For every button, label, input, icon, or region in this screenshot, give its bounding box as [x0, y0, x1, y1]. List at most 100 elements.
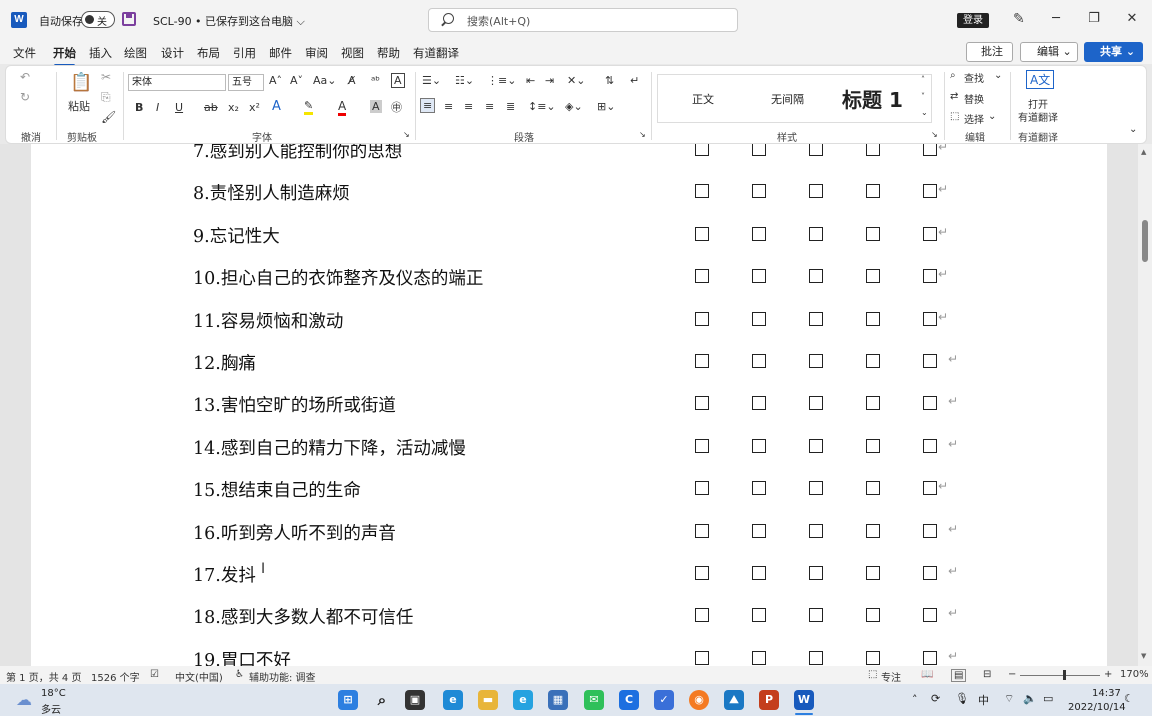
focus-mode[interactable]: 专注 [881, 669, 901, 684]
answer-checkbox[interactable] [695, 396, 709, 411]
char-border-icon[interactable]: A [391, 73, 405, 88]
sort-icon[interactable]: ⇅ [605, 74, 614, 87]
answer-checkbox[interactable] [923, 438, 937, 453]
multilevel-list-icon[interactable]: ⋮≡⌄ [487, 74, 516, 87]
answer-checkbox[interactable] [752, 608, 766, 623]
style-normal[interactable]: 正文 [692, 91, 714, 107]
font-dialog-launcher-icon[interactable]: ↘ [403, 130, 410, 139]
answer-checkbox[interactable] [752, 523, 766, 538]
collapse-ribbon-icon[interactable]: ⌄ [1129, 124, 1137, 135]
highlight-icon[interactable]: ✎ [304, 99, 314, 115]
distributed-icon[interactable]: ≣ [506, 100, 515, 113]
tab-layout[interactable]: 布局 [197, 45, 220, 61]
paste-label[interactable]: 粘贴 [68, 98, 90, 114]
proofing-icon[interactable]: ☑ [150, 669, 159, 680]
answer-checkbox[interactable] [695, 438, 709, 453]
redo-icon[interactable]: ↻ [20, 90, 30, 104]
wechat-icon[interactable]: ✉ [584, 690, 604, 710]
styles-scroll-up-icon[interactable]: ˄ [921, 75, 925, 84]
wifi-icon[interactable]: ⌔ [1004, 692, 1014, 706]
answer-checkbox[interactable] [809, 438, 823, 453]
find-dropdown-icon[interactable]: ⌄ [994, 70, 1002, 81]
answer-checkbox[interactable] [695, 523, 709, 538]
edge-dev-icon[interactable]: e [513, 690, 533, 710]
shrink-font-icon[interactable]: A˅ [290, 74, 303, 87]
notification-icon[interactable]: ☾ [1124, 692, 1134, 705]
underline-button[interactable]: U [175, 101, 183, 114]
ime-indicator[interactable]: 中 [978, 692, 989, 708]
superscript-button[interactable]: x² [249, 101, 260, 114]
select-button[interactable]: 选择 [964, 111, 984, 126]
line-spacing-icon[interactable]: ↕≡⌄ [528, 100, 556, 113]
undo-icon[interactable]: ↶ [20, 70, 30, 84]
answer-checkbox[interactable] [752, 438, 766, 453]
tab-design[interactable]: 设计 [161, 45, 184, 61]
answer-checkbox[interactable] [695, 481, 709, 496]
decrease-indent-icon[interactable]: ⇤ [526, 74, 535, 87]
bullets-icon[interactable]: ☰⌄ [422, 74, 441, 87]
task-view-icon[interactable]: ▣ [405, 690, 425, 710]
numbering-icon[interactable]: ☷⌄ [455, 74, 474, 87]
paste-icon[interactable]: 📋 [70, 72, 92, 93]
print-layout-icon[interactable]: ▤ [951, 669, 967, 682]
align-center-icon[interactable]: ≡ [444, 100, 453, 113]
tray-expand-icon[interactable]: ˄ [912, 693, 918, 706]
answer-checkbox[interactable] [866, 144, 880, 156]
answer-checkbox[interactable] [695, 354, 709, 368]
answer-checkbox[interactable] [866, 396, 880, 411]
char-shading-icon[interactable]: A [370, 100, 382, 113]
text-effects-icon[interactable]: A [272, 99, 281, 114]
answer-checkbox[interactable] [695, 184, 709, 199]
tab-youdao[interactable]: 有道翻译 [413, 45, 459, 61]
grow-font-icon[interactable]: A˄ [269, 74, 282, 87]
answer-checkbox[interactable] [752, 269, 766, 284]
volume-icon[interactable]: 🔈 [1023, 692, 1037, 705]
answer-checkbox[interactable] [752, 354, 766, 368]
answer-checkbox[interactable] [809, 184, 823, 199]
answer-checkbox[interactable] [923, 650, 937, 665]
mic-icon[interactable]: 🎙 [955, 692, 969, 705]
answer-checkbox[interactable] [809, 608, 823, 623]
answer-checkbox[interactable] [809, 144, 823, 156]
answer-checkbox[interactable] [752, 226, 766, 241]
answer-checkbox[interactable] [809, 226, 823, 241]
clear-format-icon[interactable]: A̸ [348, 74, 356, 87]
answer-checkbox[interactable] [695, 144, 709, 156]
italic-button[interactable]: I [156, 101, 159, 114]
answer-checkbox[interactable] [752, 650, 766, 665]
zoom-slider-thumb[interactable] [1063, 670, 1066, 680]
paragraph-dialog-launcher-icon[interactable]: ↘ [639, 130, 646, 139]
answer-checkbox[interactable] [752, 144, 766, 156]
styles-more-icon[interactable]: ⌄ [921, 108, 928, 117]
tab-insert[interactable]: 插入 [89, 45, 112, 61]
align-left-icon[interactable]: ≡ [420, 98, 436, 113]
answer-checkbox[interactable] [809, 481, 823, 496]
answer-checkbox[interactable] [866, 523, 880, 538]
increase-indent-icon[interactable]: ⇥ [545, 74, 554, 87]
weather-desc[interactable]: 多云 [41, 701, 61, 716]
answer-checkbox[interactable] [752, 566, 766, 580]
minimize-button[interactable]: ─ [1044, 9, 1068, 29]
tab-home[interactable]: 开始 [53, 45, 76, 67]
answer-checkbox[interactable] [866, 226, 880, 241]
comment-button[interactable]: 批注 [966, 42, 1013, 62]
file-explorer-icon[interactable]: ▬ [478, 690, 498, 710]
answer-checkbox[interactable] [695, 650, 709, 665]
replace-icon[interactable]: ⇄ [950, 91, 958, 102]
style-heading-1[interactable]: 标题 1 [842, 84, 903, 113]
sync-icon[interactable]: ⟳ [931, 692, 940, 705]
answer-checkbox[interactable] [866, 650, 880, 665]
answer-checkbox[interactable] [923, 354, 937, 368]
answer-checkbox[interactable] [923, 311, 937, 326]
page-info[interactable]: 第 1 页，共 4 页 [6, 669, 81, 684]
zoom-out-icon[interactable]: − [1008, 669, 1016, 680]
answer-checkbox[interactable] [752, 481, 766, 496]
vertical-scrollbar[interactable]: ▲ ▼ [1138, 144, 1152, 666]
copy-icon[interactable]: ⎘ [101, 90, 111, 105]
answer-checkbox[interactable] [923, 566, 937, 580]
tab-review[interactable]: 审阅 [305, 45, 328, 61]
answer-checkbox[interactable] [809, 269, 823, 284]
answer-checkbox[interactable] [809, 354, 823, 368]
answer-checkbox[interactable] [809, 311, 823, 326]
subscript-button[interactable]: x₂ [228, 101, 239, 114]
